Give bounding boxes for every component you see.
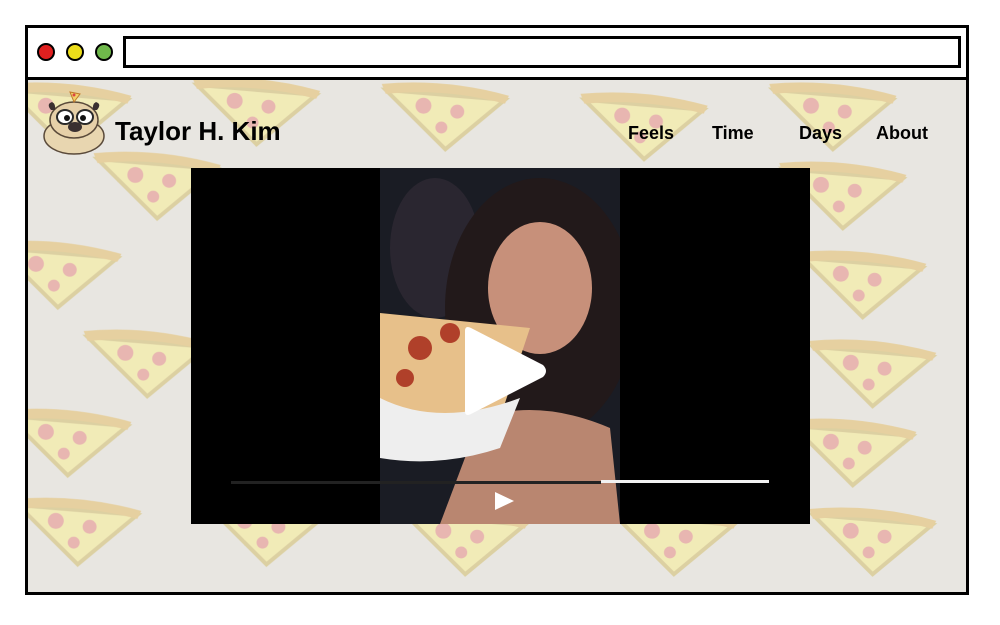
- page-viewport: Taylor H. Kim Feels Time Days About: [28, 80, 966, 592]
- site-header: Taylor H. Kim Feels Time Days About: [28, 80, 966, 166]
- nav-link-about[interactable]: About: [876, 123, 928, 144]
- close-window-button[interactable]: [37, 43, 55, 61]
- browser-window: Taylor H. Kim Feels Time Days About: [25, 25, 969, 595]
- browser-titlebar: [28, 28, 966, 80]
- minimize-window-button[interactable]: [66, 43, 84, 61]
- pug-with-pizza-icon[interactable]: [40, 90, 108, 156]
- nav-link-days[interactable]: Days: [799, 123, 842, 144]
- site-title[interactable]: Taylor H. Kim: [115, 116, 281, 147]
- video-progress-remaining[interactable]: [601, 480, 769, 483]
- zoom-window-button[interactable]: [95, 43, 113, 61]
- address-bar[interactable]: [123, 36, 961, 68]
- video-progress-played[interactable]: [231, 481, 601, 484]
- video-player[interactable]: [191, 168, 810, 524]
- play-button-icon[interactable]: [492, 491, 516, 511]
- play-icon[interactable]: [459, 325, 549, 417]
- nav-link-time[interactable]: Time: [712, 123, 754, 144]
- nav-link-feels[interactable]: Feels: [628, 123, 674, 144]
